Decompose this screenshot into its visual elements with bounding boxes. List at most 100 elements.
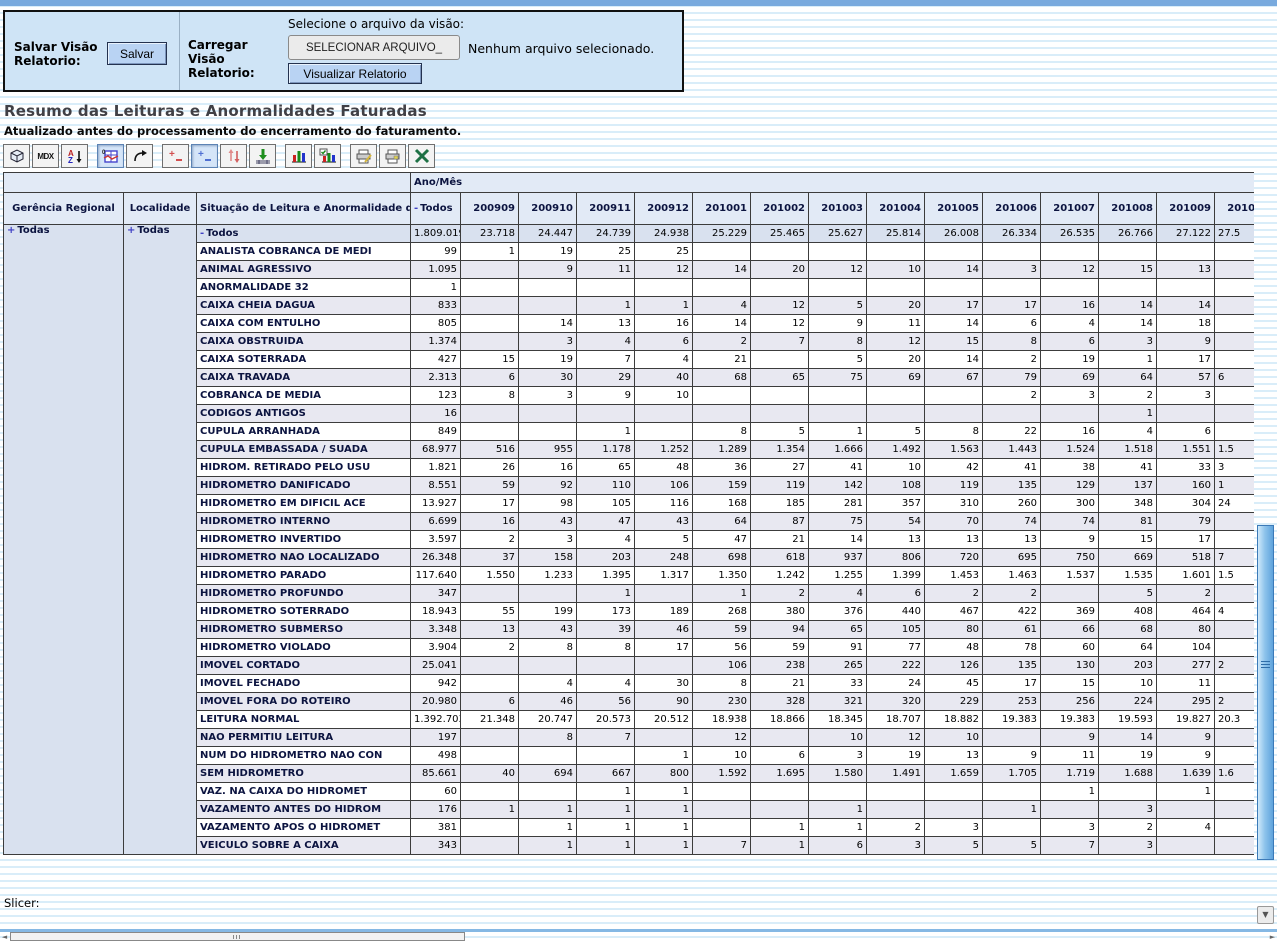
- value-cell: 69: [867, 369, 925, 387]
- value-cell: 5: [809, 351, 867, 369]
- collapse-toggle[interactable]: -: [414, 203, 418, 214]
- collapse-toggle[interactable]: -: [200, 228, 204, 239]
- value-cell: 6: [635, 333, 693, 351]
- value-cell: 256: [1041, 693, 1099, 711]
- cube-icon: [8, 148, 26, 164]
- horizontal-scrollbar-thumb[interactable]: [10, 932, 465, 941]
- value-cell: 6: [809, 837, 867, 855]
- value-cell: 16: [519, 459, 577, 477]
- value-cell: [693, 279, 751, 297]
- value-cell: 1.537: [1041, 567, 1099, 585]
- value-cell: [1215, 639, 1254, 657]
- value-cell: 320: [867, 693, 925, 711]
- value-cell: 6: [751, 747, 809, 765]
- value-cell: 19: [867, 747, 925, 765]
- value-cell: [519, 297, 577, 315]
- value-cell: [751, 351, 809, 369]
- drill-member-button[interactable]: +: [162, 144, 189, 168]
- value-cell: [867, 387, 925, 405]
- value-cell: 13: [925, 747, 983, 765]
- select-file-button[interactable]: SELECIONAR ARQUIVO_: [288, 35, 460, 60]
- value-cell: 56: [577, 693, 635, 711]
- expand-toggle[interactable]: +: [7, 225, 15, 236]
- value-cell: 1: [635, 783, 693, 801]
- value-cell: 440: [867, 603, 925, 621]
- value-cell: 45: [925, 675, 983, 693]
- scroll-right-arrow-icon[interactable]: ►: [1268, 933, 1277, 942]
- value-cell: 3: [1099, 801, 1157, 819]
- value-cell: 1: [1157, 783, 1215, 801]
- value-cell: 2: [983, 387, 1041, 405]
- value-cell: [577, 657, 635, 675]
- value-cell: 422: [983, 603, 1041, 621]
- value-cell: 37: [461, 549, 519, 567]
- print-pdf-button[interactable]: [379, 144, 406, 168]
- value-cell: 87: [751, 513, 809, 531]
- chart-config-button[interactable]: [314, 144, 341, 168]
- value-cell: 14: [693, 261, 751, 279]
- value-cell: [693, 783, 751, 801]
- value-cell: 9: [577, 387, 635, 405]
- value-cell: 1: [411, 279, 461, 297]
- value-cell: 14: [925, 315, 983, 333]
- value-cell: 11: [1157, 675, 1215, 693]
- view-report-button[interactable]: Visualizar Relatorio: [288, 63, 422, 84]
- value-cell: 117.640: [411, 567, 461, 585]
- value-cell: [1215, 747, 1254, 765]
- value-cell: 343: [411, 837, 461, 855]
- value-cell: 695: [983, 549, 1041, 567]
- value-cell: 48: [635, 459, 693, 477]
- value-cell: [751, 783, 809, 801]
- value-cell: 41: [983, 459, 1041, 477]
- show-chart-button[interactable]: [285, 144, 312, 168]
- value-cell: 20.573: [577, 711, 635, 729]
- value-cell: 4: [577, 333, 635, 351]
- print-config-button[interactable]: [350, 144, 377, 168]
- mdx-editor-button[interactable]: MDX: [32, 144, 59, 168]
- drill-position-button[interactable]: +: [191, 144, 218, 168]
- vertical-scrollbar-thumb[interactable]: [1257, 525, 1274, 860]
- value-cell: 253: [983, 693, 1041, 711]
- value-cell: 19: [1099, 747, 1157, 765]
- export-excel-button[interactable]: [408, 144, 435, 168]
- value-cell: 14: [925, 261, 983, 279]
- value-cell: 427: [411, 351, 461, 369]
- value-cell: 698: [693, 549, 751, 567]
- value-cell: 15: [1099, 261, 1157, 279]
- scroll-down-button[interactable]: ▼: [1257, 906, 1274, 924]
- value-cell: 15: [1041, 675, 1099, 693]
- show-parent-members-button[interactable]: 0: [97, 144, 124, 168]
- value-cell: 618: [751, 549, 809, 567]
- value-cell: 1.374: [411, 333, 461, 351]
- drill-replace-button[interactable]: [220, 144, 247, 168]
- scroll-left-arrow-icon[interactable]: ◄: [0, 933, 9, 942]
- column-header: 201007: [1041, 193, 1099, 225]
- value-cell: 7: [1041, 837, 1099, 855]
- member-label-cell: CAIXA CHEIA DAGUA: [197, 297, 411, 315]
- value-cell: 348: [1099, 495, 1157, 513]
- olap-navigator-button[interactable]: [3, 144, 30, 168]
- value-cell: [1215, 243, 1254, 261]
- swap-axes-button[interactable]: [126, 144, 153, 168]
- scrollbar-grip-icon: [1261, 661, 1270, 670]
- value-cell: 20.980: [411, 693, 461, 711]
- horizontal-scrollbar[interactable]: ◄ ►: [0, 932, 1277, 942]
- value-cell: 75: [809, 369, 867, 387]
- value-cell: 1: [577, 801, 635, 819]
- value-cell: 104: [1157, 639, 1215, 657]
- drill-through-button[interactable]: [249, 144, 276, 168]
- value-cell: [1215, 837, 1254, 855]
- value-cell: 94: [751, 621, 809, 639]
- value-cell: 13: [983, 531, 1041, 549]
- value-cell: [1041, 801, 1099, 819]
- sort-button[interactable]: A Z: [61, 144, 88, 168]
- value-cell: 13.927: [411, 495, 461, 513]
- value-cell: [461, 819, 519, 837]
- save-view-button[interactable]: Salvar: [107, 42, 167, 65]
- file-select-prompt: Selecione o arquivo da visão:: [288, 17, 464, 31]
- expand-toggle[interactable]: +: [127, 225, 135, 236]
- value-cell: 43: [519, 513, 577, 531]
- value-cell: 1: [809, 801, 867, 819]
- value-cell: 1.392.703: [411, 711, 461, 729]
- value-cell: 105: [577, 495, 635, 513]
